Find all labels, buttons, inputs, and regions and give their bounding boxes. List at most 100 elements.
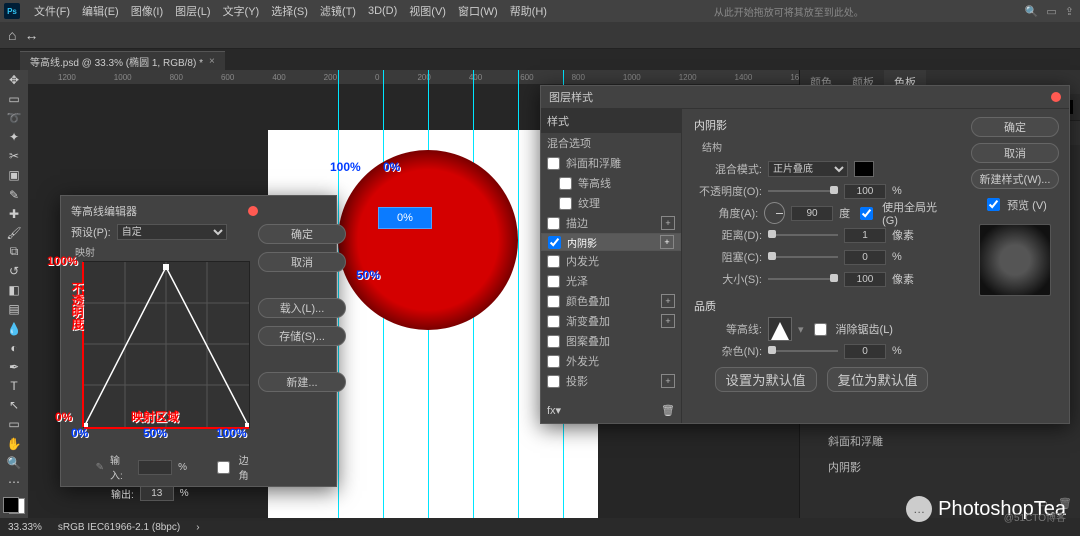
angle-dial[interactable] xyxy=(764,202,785,224)
plus-icon[interactable]: + xyxy=(660,235,674,249)
contour-picker[interactable] xyxy=(768,317,792,341)
menu-help[interactable]: 帮助(H) xyxy=(504,3,553,19)
style-pattern-overlay[interactable]: 图案叠加 xyxy=(541,331,681,351)
checkbox[interactable] xyxy=(547,295,560,308)
new-style-button[interactable]: 新建样式(W)... xyxy=(971,169,1059,189)
make-default-button[interactable]: 设置为默认值 xyxy=(715,367,817,392)
fx-icon[interactable]: fx▾ xyxy=(547,404,561,417)
delete-icon[interactable]: 🗑 xyxy=(1058,497,1072,510)
choke-slider[interactable] xyxy=(768,256,838,258)
checkbox[interactable] xyxy=(547,157,560,170)
crop-tool[interactable]: ✂ xyxy=(4,149,24,164)
path-tool[interactable]: ↖ xyxy=(4,398,24,413)
close-icon[interactable] xyxy=(1051,92,1061,102)
distance-input[interactable] xyxy=(844,228,886,243)
style-texture[interactable]: 纹理 xyxy=(541,193,681,213)
guide-line[interactable] xyxy=(338,70,339,518)
plus-icon[interactable]: + xyxy=(661,216,675,230)
input-value[interactable] xyxy=(138,460,172,475)
checkbox[interactable] xyxy=(559,177,572,190)
style-stroke[interactable]: 描边+ xyxy=(541,213,681,233)
menu-view[interactable]: 视图(V) xyxy=(403,3,452,19)
menu-filter[interactable]: 滤镜(T) xyxy=(314,3,362,19)
menu-3d[interactable]: 3D(D) xyxy=(362,5,403,17)
style-color-overlay[interactable]: 颜色叠加+ xyxy=(541,291,681,311)
zoom-tool[interactable]: 🔍 xyxy=(4,455,24,470)
cancel-button[interactable]: 取消 xyxy=(258,252,346,272)
cancel-button[interactable]: 取消 xyxy=(971,143,1059,163)
share-icon[interactable]: ⇪ xyxy=(1065,5,1074,18)
frame-tool[interactable]: ▣ xyxy=(4,168,24,183)
checkbox[interactable] xyxy=(547,217,560,230)
opacity-input[interactable] xyxy=(844,184,886,199)
distance-slider[interactable] xyxy=(768,234,838,236)
color-swatch[interactable] xyxy=(854,161,874,177)
brush-tool[interactable]: 🖌 xyxy=(4,225,24,240)
save-button[interactable]: 存储(S)... xyxy=(258,326,346,346)
move-tool[interactable]: ✥ xyxy=(4,72,24,87)
checkbox[interactable] xyxy=(547,315,560,328)
hand-tool[interactable]: ✋ xyxy=(4,436,24,451)
menu-edit[interactable]: 编辑(E) xyxy=(76,3,125,19)
new-snapshot-icon[interactable]: ▭ xyxy=(1038,497,1048,510)
choke-input[interactable] xyxy=(844,250,886,265)
corner-check[interactable] xyxy=(217,461,230,474)
size-input[interactable] xyxy=(844,272,886,287)
opacity-slider[interactable] xyxy=(768,190,838,192)
type-tool[interactable]: T xyxy=(4,379,24,394)
style-satin[interactable]: 光泽 xyxy=(541,271,681,291)
style-contour[interactable]: 等高线 xyxy=(541,173,681,193)
style-inner-glow[interactable]: 内发光 xyxy=(541,251,681,271)
preview-check[interactable] xyxy=(987,198,1000,211)
eyedropper-tool[interactable]: ✎ xyxy=(4,187,24,202)
close-icon[interactable]: × xyxy=(209,56,215,67)
checkbox[interactable] xyxy=(547,275,560,288)
contour-graph[interactable] xyxy=(83,261,250,428)
blend-mode-select[interactable]: 正片叠底 xyxy=(768,161,848,177)
contour-editor-dialog[interactable]: 等高线编辑器 预设(P): 自定 映射 不透明度 xyxy=(60,195,337,487)
menu-window[interactable]: 窗口(W) xyxy=(452,3,504,19)
eraser-tool[interactable]: ◧ xyxy=(4,283,24,298)
zoom-level[interactable]: 33.33% xyxy=(8,522,42,533)
noise-input[interactable] xyxy=(844,344,886,359)
history-item[interactable]: 斜面和浮雕 xyxy=(808,431,1072,451)
dodge-tool[interactable]: ◐ xyxy=(4,340,24,355)
reset-default-button[interactable]: 复位为默认值 xyxy=(827,367,929,392)
heal-tool[interactable]: ✚ xyxy=(4,206,24,221)
marquee-tool[interactable]: ▭ xyxy=(4,91,24,106)
checkbox[interactable] xyxy=(559,197,572,210)
style-outer-glow[interactable]: 外发光 xyxy=(541,351,681,371)
layer-style-dialog[interactable]: 图层样式 样式 混合选项 斜面和浮雕 等高线 纹理 描边+ 内阴影+ 内发光 光… xyxy=(540,85,1070,424)
menu-layer[interactable]: 图层(L) xyxy=(169,3,216,19)
wand-tool[interactable]: ✦ xyxy=(4,129,24,144)
blending-options[interactable]: 混合选项 xyxy=(541,133,681,153)
history-item[interactable]: 内阴影 xyxy=(808,457,1072,477)
search-icon[interactable]: 🔍 xyxy=(1025,5,1039,18)
close-icon[interactable] xyxy=(248,206,258,216)
stamp-tool[interactable]: ⧉ xyxy=(4,244,24,259)
shape-tool[interactable]: ▭ xyxy=(4,417,24,432)
angle-input[interactable] xyxy=(791,206,833,221)
anti-alias-check[interactable] xyxy=(814,323,827,336)
output-value[interactable] xyxy=(140,486,174,501)
checkbox[interactable] xyxy=(547,255,560,268)
global-light-check[interactable] xyxy=(860,207,873,220)
pencil-icon[interactable]: ✎ xyxy=(71,462,104,473)
chevron-right-icon[interactable]: › xyxy=(196,522,199,533)
home-icon[interactable]: ⌂ xyxy=(8,27,16,43)
menu-select[interactable]: 选择(S) xyxy=(265,3,314,19)
fg-bg-swatch[interactable] xyxy=(3,497,25,514)
lasso-tool[interactable]: ➰ xyxy=(4,110,24,125)
checkbox[interactable] xyxy=(547,335,560,348)
pen-tool[interactable]: ✒ xyxy=(4,359,24,374)
arrow-icon[interactable]: ↔ xyxy=(24,27,38,43)
menu-image[interactable]: 图像(I) xyxy=(125,3,169,19)
checkbox[interactable] xyxy=(548,236,561,249)
style-drop-shadow[interactable]: 投影+ xyxy=(541,371,681,391)
more-tools[interactable]: ⋯ xyxy=(4,474,24,489)
style-gradient-overlay[interactable]: 渐变叠加+ xyxy=(541,311,681,331)
blur-tool[interactable]: 💧 xyxy=(4,321,24,336)
trash-icon[interactable]: 🗑 xyxy=(661,404,675,417)
preset-select[interactable]: 自定 xyxy=(117,224,227,240)
plus-icon[interactable]: + xyxy=(661,374,675,388)
